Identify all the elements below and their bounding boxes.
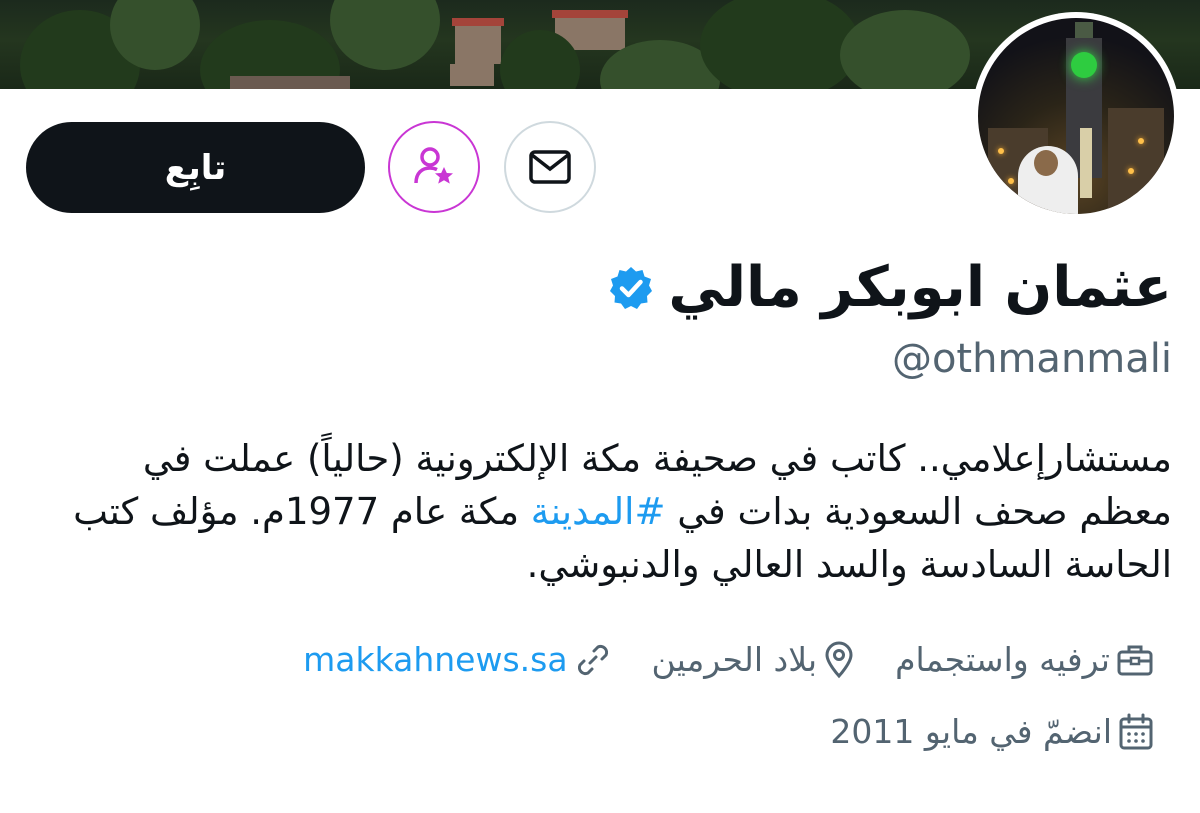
name-row: عثمان ابوبكر مالي bbox=[608, 252, 1172, 324]
location-item: بلاد الحرمين bbox=[652, 640, 856, 679]
category-label: ترفيه واستجمام bbox=[895, 640, 1110, 679]
category-item: ترفيه واستجمام bbox=[895, 640, 1154, 679]
profile-bio: مستشارإعلامي.. كاتب في صحيفة مكة الإلكتر… bbox=[60, 432, 1172, 591]
website-link[interactable]: makkahnews.sa bbox=[303, 640, 567, 679]
bio-hashtag-link[interactable]: #المدينة bbox=[531, 490, 666, 533]
profile-meta-joined: انضمّ في مايو 2011 bbox=[830, 712, 1154, 751]
joined-label: انضمّ في مايو 2011 bbox=[830, 712, 1112, 751]
location-pin-icon bbox=[823, 641, 855, 679]
joined-item: انضمّ في مايو 2011 bbox=[830, 712, 1154, 751]
message-button[interactable] bbox=[504, 121, 596, 213]
website-item[interactable]: makkahnews.sa bbox=[303, 640, 611, 679]
follow-button[interactable]: تابِع bbox=[26, 122, 365, 213]
briefcase-icon bbox=[1116, 643, 1154, 677]
link-icon bbox=[574, 641, 612, 679]
profile-avatar[interactable] bbox=[972, 12, 1180, 220]
location-label: بلاد الحرمين bbox=[651, 640, 818, 679]
user-handle: @othmanmali bbox=[891, 336, 1172, 382]
display-name: عثمان ابوبكر مالي bbox=[668, 255, 1172, 320]
calendar-icon bbox=[1118, 713, 1154, 751]
verified-badge-icon[interactable] bbox=[608, 265, 654, 311]
user-star-icon bbox=[412, 145, 456, 189]
envelope-icon bbox=[528, 149, 572, 185]
subscribe-button[interactable] bbox=[388, 121, 480, 213]
profile-meta: ترفيه واستجمام بلاد الحرمين makkahnews.s… bbox=[303, 640, 1154, 679]
